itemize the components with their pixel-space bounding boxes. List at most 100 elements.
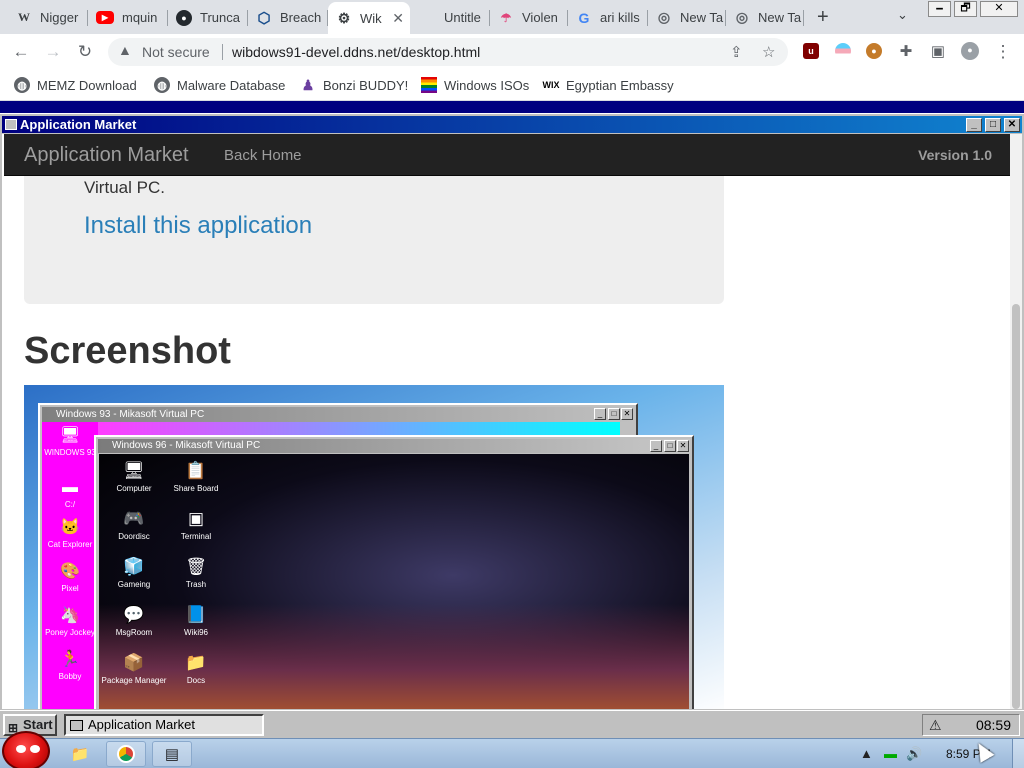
show-desktop-button[interactable] <box>1012 739 1024 768</box>
chrome-icon[interactable] <box>106 741 146 767</box>
terminal-icon: ▣ <box>187 509 205 528</box>
desktop-icon: 📘 Wiki96 <box>161 604 231 637</box>
taskbar-app-label: Application Market <box>88 717 195 732</box>
trash-icon: 🗑 <box>185 557 207 576</box>
side-panel-icon[interactable]: ▣ <box>927 41 949 63</box>
start-label: Start <box>23 717 53 732</box>
scrollbar-thumb[interactable] <box>1012 304 1020 709</box>
back-arrow-icon[interactable]: ← <box>10 41 32 63</box>
monkey-icon[interactable]: ● <box>866 43 882 59</box>
navbar-brand[interactable]: Application Market <box>24 144 189 167</box>
forward-arrow-icon[interactable]: → <box>42 41 64 63</box>
bookmark-bonzi-buddy[interactable]: ♟ Bonzi BUDDY! <box>300 76 409 93</box>
window-title: Application Market <box>20 117 137 132</box>
desktop-icon: ▣ Terminal <box>161 508 231 541</box>
close-tab-icon[interactable]: ✕ <box>392 10 404 27</box>
bookmark-label: Egyptian Embassy <box>566 77 674 93</box>
tab-9[interactable]: ◎ New Ta <box>648 4 726 31</box>
share-icon[interactable]: ⇪ <box>730 43 743 61</box>
security-label[interactable]: Not secure <box>142 44 210 60</box>
tab-label: Untitle <box>444 10 481 25</box>
bookmark-star-icon[interactable]: ☆ <box>762 43 775 61</box>
tab-label: Nigger <box>40 10 79 25</box>
wiki96-icon: 📘 <box>185 605 207 624</box>
tab-7[interactable]: ☂ Violen <box>490 4 568 31</box>
reload-icon[interactable]: ↻ <box>74 41 96 63</box>
page-viewport: Application Market _ □ ✕ Virtual PC. Ins… <box>0 101 1024 738</box>
google-icon: G <box>578 9 590 26</box>
globe-icon: ◍ <box>14 77 30 93</box>
angry-bird-start-orb-icon[interactable] <box>2 731 50 768</box>
tab-6[interactable]: Untitle <box>412 4 490 31</box>
hexagon-icon: ⬡ <box>257 9 271 27</box>
tab-label: Violen <box>522 10 558 25</box>
tab-label: New Ta <box>680 10 724 25</box>
minimize-icon: _ <box>650 440 662 452</box>
computer-icon: 🖥 <box>59 427 81 444</box>
battery-icon[interactable]: ▬ <box>884 746 897 761</box>
kebab-menu-icon[interactable]: ⋮ <box>992 41 1014 63</box>
bonzi-icon: ♟ <box>301 76 315 93</box>
bookmark-egyptian-embassy[interactable]: WIX Egyptian Embassy <box>543 77 674 93</box>
volume-icon[interactable]: 🔊 <box>906 746 922 762</box>
desktop-icon-label: Pixel <box>61 584 79 593</box>
application-market-window: Application Market _ □ ✕ Virtual PC. Ins… <box>0 113 1024 710</box>
tab-label: Wik <box>360 10 382 26</box>
minimize-button[interactable]: 🗕 <box>928 1 951 17</box>
close-icon: ✕ <box>621 408 633 420</box>
explorer-icon[interactable]: 📁 <box>60 741 100 767</box>
desktop-icon: 🎮 Doordisc <box>99 508 169 541</box>
bookmark-memz[interactable]: ◍ MEMZ Download <box>14 77 137 93</box>
url-text[interactable]: wibdows91-devel.ddns.net/desktop.html <box>232 44 480 60</box>
warning-icon[interactable]: ⚠ <box>929 717 942 734</box>
tab-8[interactable]: G ari kills <box>568 4 648 31</box>
rainbow-flag-icon <box>421 77 437 93</box>
desktop-icon-label: Docs <box>186 676 206 685</box>
flag-extension-icon[interactable] <box>835 43 851 59</box>
tab-10[interactable]: ◎ New Ta <box>726 4 804 31</box>
tab-label: New Ta <box>758 10 802 25</box>
app-description: Virtual PC. <box>84 178 165 197</box>
desktop-icon-label: Wiki96 <box>183 628 208 637</box>
close-window-button[interactable]: ✕ <box>980 1 1018 17</box>
scrollbar[interactable] <box>1010 134 1022 709</box>
vm-app-icon[interactable]: ▤ <box>152 741 192 767</box>
desktop-icon: 🎨 Pixel <box>42 562 98 593</box>
window-app-icon <box>5 119 17 130</box>
minimize-icon[interactable]: _ <box>966 118 982 132</box>
new-tab-button[interactable]: + <box>817 6 829 29</box>
desktop-icon-label: Bobby <box>58 672 82 681</box>
restore-button[interactable]: 🗗 <box>954 1 977 17</box>
address-bar[interactable]: ▲ Not secure wibdows91-devel.ddns.net/de… <box>108 38 788 66</box>
tab-5-active[interactable]: ⚙ Wik ✕ <box>328 2 410 34</box>
desktop-icon-label: Trash <box>185 580 207 589</box>
tab-1[interactable]: W Nigger <box>8 4 88 31</box>
window-content: Virtual PC. Install this application Scr… <box>2 134 1022 709</box>
ublock-icon[interactable]: u <box>803 43 819 59</box>
taskbar-app-button[interactable]: Application Market <box>64 714 264 736</box>
back-home-link[interactable]: Back Home <box>224 147 302 164</box>
extensions-puzzle-icon[interactable]: ✚ <box>895 41 917 63</box>
tab-4[interactable]: ⬡ Breach <box>248 4 328 31</box>
tab-search-button[interactable]: ⌄ <box>897 7 908 23</box>
show-hidden-icons-icon[interactable]: ▲ <box>860 746 873 761</box>
install-link[interactable]: Install this application <box>84 212 312 240</box>
github-icon: ● <box>176 9 192 26</box>
rainbow-icon: ☂ <box>500 10 512 25</box>
warning-icon[interactable]: ▲ <box>118 42 132 58</box>
bookmark-malware-database[interactable]: ◍ Malware Database <box>154 77 285 93</box>
close-icon[interactable]: ✕ <box>1004 118 1020 132</box>
desktop-icon: 💬 MsgRoom <box>99 604 169 637</box>
maximize-icon[interactable]: □ <box>985 118 1001 132</box>
tab-2[interactable]: ▶ mquin <box>88 4 168 31</box>
tab-3[interactable]: ● Trunca <box>168 4 248 31</box>
window-titlebar[interactable]: Application Market _ □ ✕ <box>2 116 1022 133</box>
wikipedia-icon: W <box>18 10 30 24</box>
palette-icon: 🎨 <box>60 563 80 580</box>
bookmark-windows-isos[interactable]: Windows ISOs <box>421 77 529 93</box>
profile-avatar-icon[interactable]: ● <box>961 42 979 60</box>
desktop-icon-label: Cat Explorer <box>47 540 93 549</box>
bookmark-label: Malware Database <box>177 77 286 93</box>
close-icon: ✕ <box>677 440 689 452</box>
desktop-icon-label: Doordisc <box>118 532 150 541</box>
